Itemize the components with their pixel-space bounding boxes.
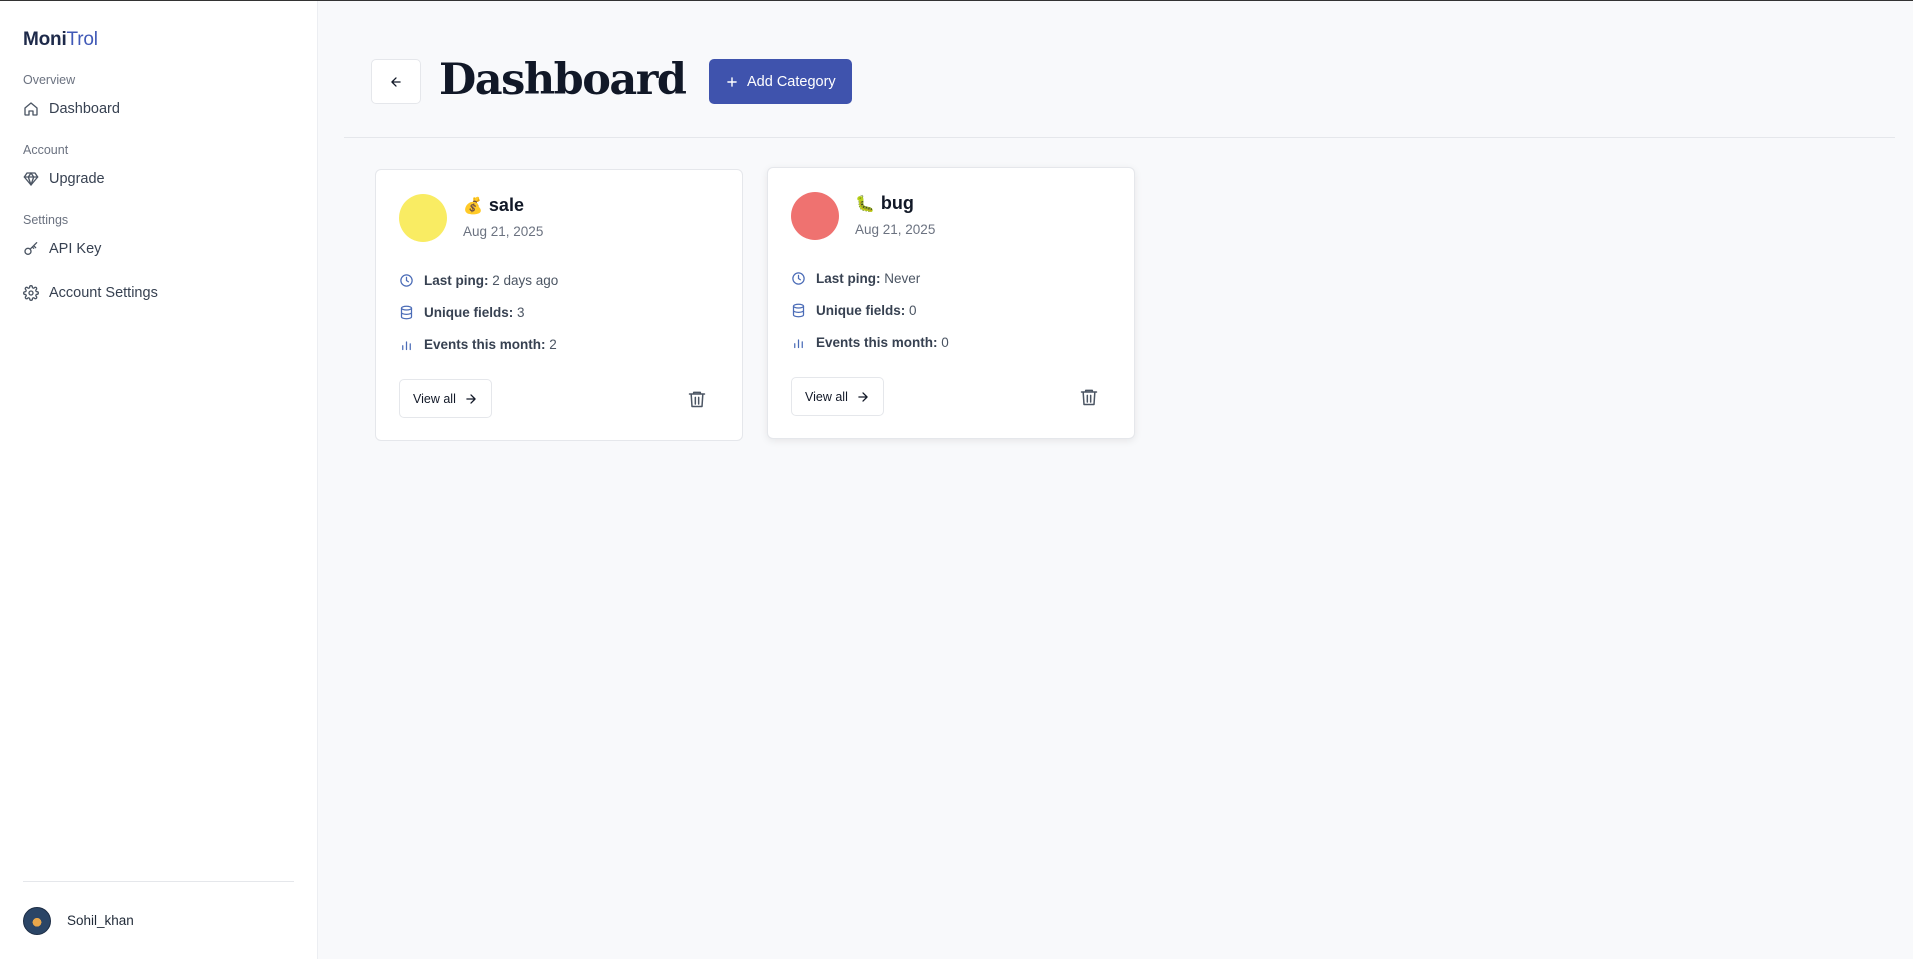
- view-all-button[interactable]: View all: [791, 377, 884, 416]
- arrow-right-icon: [466, 393, 476, 404]
- view-all-label: View all: [805, 389, 848, 404]
- stat-value: 0: [941, 334, 949, 350]
- avatar[interactable]: [23, 906, 51, 935]
- stat-value: 2: [549, 336, 557, 352]
- stat-label: Unique fields:: [424, 304, 514, 320]
- back-button[interactable]: [371, 59, 421, 104]
- clock-icon: [792, 271, 805, 285]
- brand-name-part1: Moni: [23, 29, 67, 50]
- stat-value: 2 days ago: [492, 272, 559, 288]
- page-header: Dashboard Add Category: [344, 1, 1895, 138]
- card-heading: 🐛 bug Aug 21, 2025: [855, 192, 935, 237]
- key-icon: [24, 242, 38, 255]
- card-actions: View all: [399, 379, 719, 418]
- stat-last-ping: Last ping: 2 days ago: [399, 264, 719, 296]
- category-name: bug: [880, 193, 914, 213]
- home-icon: [24, 102, 38, 116]
- stat-label: Events this month:: [424, 336, 546, 352]
- card-actions: View all: [791, 377, 1111, 416]
- brand-logo[interactable]: MoniTrol: [23, 29, 294, 51]
- brand-name-part2: Trol: [66, 29, 98, 50]
- stat-events: Events this month: 0: [791, 326, 1111, 358]
- section-title-overview: Overview: [23, 73, 76, 87]
- category-name: sale: [488, 195, 524, 215]
- bar-chart-icon: [794, 338, 803, 348]
- user-profile[interactable]: Sohil_khan: [23, 881, 294, 959]
- stat-label: Unique fields:: [816, 302, 906, 318]
- database-icon: [400, 305, 413, 319]
- sidebar-item-label: Dashboard: [49, 101, 120, 117]
- add-category-label: Add Category: [747, 73, 836, 90]
- sidebar-item-label: Account Settings: [49, 285, 158, 301]
- sidebar-item-label: API Key: [49, 241, 102, 257]
- sidebar-item-upgrade[interactable]: Upgrade: [23, 167, 294, 191]
- gem-icon: [23, 172, 39, 186]
- stat-events: Events this month: 2: [399, 328, 719, 360]
- card-header: 💰 sale Aug 21, 2025: [399, 194, 719, 242]
- section-title-settings: Settings: [23, 213, 69, 227]
- nav-section-overview: Overview Dashboard: [23, 73, 294, 121]
- nav-section-settings: Settings API Key Account Settings: [23, 213, 294, 305]
- database-icon: [792, 303, 805, 317]
- category-stats: Last ping: 2 days ago Unique fields: 3 E…: [399, 264, 719, 360]
- stat-unique-fields: Unique fields: 3: [399, 296, 719, 328]
- gear-icon: [23, 285, 39, 301]
- bug-icon: 🐛: [855, 195, 875, 213]
- stat-value: 0: [909, 302, 917, 318]
- card-header: 🐛 bug Aug 21, 2025: [791, 192, 1111, 240]
- category-stats: Last ping: Never Unique fields: 0 Events…: [791, 262, 1111, 358]
- section-title-account: Account: [23, 143, 69, 157]
- sidebar-item-label: Upgrade: [49, 171, 105, 187]
- plus-icon: [727, 76, 737, 87]
- category-date: Aug 21, 2025: [855, 222, 936, 237]
- add-category-button[interactable]: Add Category: [709, 59, 852, 104]
- sidebar: MoniTrol Overview Dashboard Account Upgr…: [0, 1, 318, 959]
- sidebar-item-dashboard[interactable]: Dashboard: [23, 97, 294, 121]
- stat-label: Last ping:: [816, 270, 881, 286]
- stat-value: 3: [517, 304, 525, 320]
- category-color-dot: [399, 194, 447, 242]
- stat-unique-fields: Unique fields: 0: [791, 294, 1111, 326]
- category-color-dot: [791, 192, 839, 240]
- nav-section-account: Account Upgrade: [23, 143, 294, 191]
- category-card: 💰 sale Aug 21, 2025 Last ping: 2 days ag…: [375, 169, 743, 441]
- stat-label: Last ping:: [424, 272, 489, 288]
- view-all-label: View all: [413, 391, 456, 406]
- category-card: 🐛 bug Aug 21, 2025 Last ping: Never Uniq…: [767, 167, 1135, 439]
- trash-icon[interactable]: [1079, 387, 1099, 407]
- page-title: Dashboard: [439, 55, 687, 105]
- app-root: MoniTrol Overview Dashboard Account Upgr…: [0, 0, 1913, 959]
- stat-value: Never: [884, 270, 921, 286]
- sidebar-item-account-settings[interactable]: Account Settings: [23, 281, 294, 305]
- category-date: Aug 21, 2025: [463, 224, 544, 239]
- arrow-left-icon: [391, 76, 401, 87]
- money-bag-icon: 💰: [463, 197, 483, 215]
- bar-chart-icon: [402, 340, 411, 350]
- arrow-right-icon: [858, 391, 868, 402]
- sidebar-item-api-key[interactable]: API Key: [23, 237, 294, 261]
- stat-last-ping: Last ping: Never: [791, 262, 1111, 294]
- category-title: 🐛 bug: [855, 193, 935, 214]
- category-title: 💰 sale: [463, 195, 543, 216]
- card-heading: 💰 sale Aug 21, 2025: [463, 194, 543, 239]
- user-name: Sohil_khan: [67, 913, 134, 928]
- view-all-button[interactable]: View all: [399, 379, 492, 418]
- main-content: Dashboard Add Category 💰 sale Aug 21, 20…: [318, 1, 1913, 959]
- clock-icon: [400, 273, 413, 287]
- category-grid: 💰 sale Aug 21, 2025 Last ping: 2 days ag…: [375, 167, 1135, 441]
- trash-icon[interactable]: [687, 389, 707, 409]
- stat-label: Events this month:: [816, 334, 938, 350]
